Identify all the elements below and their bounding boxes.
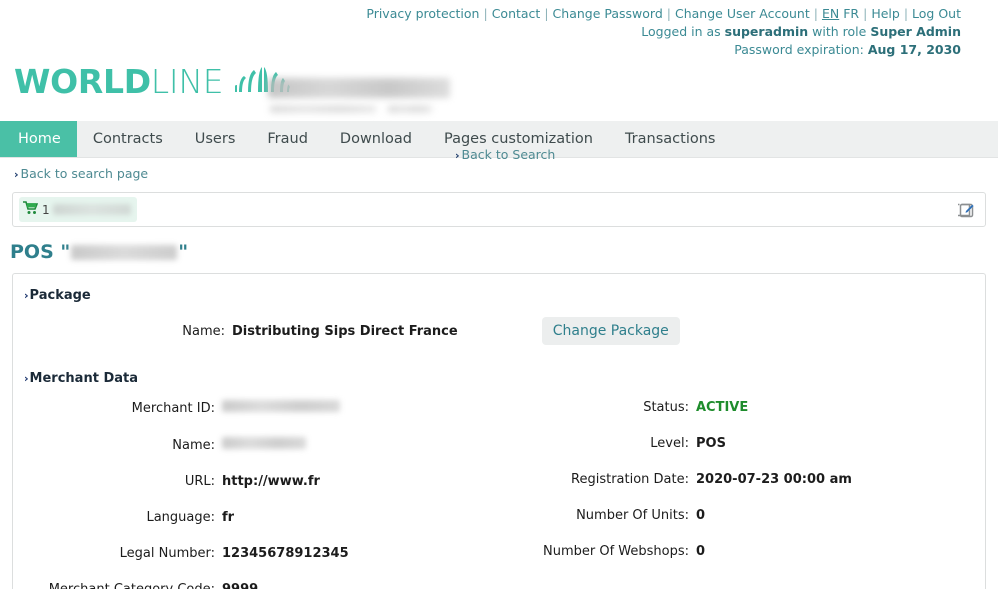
page-title: POS " " <box>10 241 998 263</box>
change-password-link[interactable]: Change Password <box>553 6 663 21</box>
language-fr-link[interactable]: FR <box>843 6 859 21</box>
section-header-package[interactable]: ›Package <box>13 288 985 303</box>
contact-link[interactable]: Contact <box>492 6 541 21</box>
field-registration-date: Registration Date: 2020-07-23 00:00 am <box>499 472 985 487</box>
logged-in-username: superadmin <box>724 24 809 39</box>
field-label: Status: <box>643 400 689 415</box>
redacted-account-name <box>262 75 454 117</box>
back-to-search-page-link[interactable]: › Back to search page <box>14 166 148 181</box>
redacted-merchant-id-value <box>222 400 340 412</box>
field-label: Number Of Webshops: <box>542 544 689 559</box>
privacy-protection-link[interactable]: Privacy protection <box>366 6 479 21</box>
logged-in-status: Logged in as superadmin with role Super … <box>0 23 961 41</box>
merchant-data-right-column: Status: ACTIVE Level: POS Registration D… <box>499 400 985 589</box>
section-header-merchant-data[interactable]: ›Merchant Data <box>13 371 985 386</box>
merchant-data-grid: Merchant ID: Name: URL: http://www.fr La… <box>13 400 985 589</box>
separator: | <box>903 6 909 21</box>
cart-count: 1 <box>42 202 50 217</box>
section-title-merchant-data: Merchant Data <box>29 371 138 386</box>
field-label: URL: <box>184 474 215 489</box>
separator: | <box>863 6 868 21</box>
field-value: 2020-07-23 00:00 am <box>696 472 852 487</box>
password-expiration-value: Aug 17, 2030 <box>867 42 961 57</box>
change-package-button[interactable]: Change Package <box>541 317 680 345</box>
change-user-account-link[interactable]: Change User Account <box>675 6 810 21</box>
field-label: Registration Date: <box>571 472 689 487</box>
field-level: Level: POS <box>499 436 985 451</box>
breadcrumb-label: Back to search page <box>20 166 149 181</box>
utility-links-row: Privacy protection | Contact | Change Passwo… <box>0 5 961 23</box>
field-url: URL: http://www.fr <box>13 474 499 489</box>
separator: | <box>666 6 671 21</box>
nav-item-contracts[interactable]: Contracts <box>77 121 179 157</box>
brand-header: WORLD LINE › Back to Search <box>0 59 998 162</box>
back-to-search-label: Back to Search <box>461 147 556 162</box>
field-label: Language: <box>146 510 215 525</box>
redacted-merchant-name-value <box>222 437 306 449</box>
field-merchant-id: Merchant ID: <box>13 400 499 416</box>
back-to-search-link[interactable]: › Back to Search <box>455 147 555 162</box>
field-value: fr <box>222 510 235 525</box>
password-expiration-label: Password expiration: <box>734 42 864 57</box>
field-label: Legal Number: <box>119 546 215 561</box>
nav-item-download[interactable]: Download <box>324 121 428 157</box>
logged-in-middle: with role <box>812 24 867 39</box>
field-value: POS <box>696 436 726 451</box>
chevron-right-icon: › <box>14 168 19 181</box>
status-badge: ACTIVE <box>696 400 749 415</box>
shopping-cart-icon <box>23 200 39 219</box>
field-legal-number: Legal Number: 12345678912345 <box>13 546 499 561</box>
nav-item-users[interactable]: Users <box>179 121 252 157</box>
field-merchant-category-code: Merchant Category Code: 9999 <box>13 582 499 589</box>
logo-text-world: WORLD <box>14 62 151 101</box>
context-bar: 1 <box>12 192 986 227</box>
page-title-suffix: " <box>178 241 189 263</box>
field-language: Language: fr <box>13 510 499 525</box>
field-value: 0 <box>696 544 706 559</box>
utility-bar: Privacy protection | Contact | Change Passwo… <box>0 0 998 59</box>
field-merchant-name: Name: <box>13 437 499 453</box>
field-value: 0 <box>696 508 706 523</box>
nav-item-home[interactable]: Home <box>0 121 77 157</box>
worldline-logo[interactable]: WORLD LINE <box>14 62 291 101</box>
nav-item-transactions[interactable]: Transactions <box>609 121 732 157</box>
chevron-right-icon: › <box>24 372 29 385</box>
package-name-row: Name: Distributing Sips Direct France Ch… <box>13 317 985 345</box>
logged-in-role: Super Admin <box>870 24 961 39</box>
field-label: Merchant ID: <box>131 401 215 416</box>
field-status: Status: ACTIVE <box>499 400 985 415</box>
field-label: Level: <box>650 436 689 451</box>
password-expiration: Password expiration: Aug 17, 2030 <box>0 41 961 59</box>
field-label: Name: <box>172 438 215 453</box>
help-link[interactable]: Help <box>871 6 900 21</box>
logo-text-line: LINE <box>150 62 224 101</box>
field-value: http://www.fr <box>222 474 320 489</box>
field-label: Merchant Category Code: <box>13 582 215 589</box>
redacted-pos-name <box>71 244 178 260</box>
separator: | <box>813 6 818 21</box>
merchant-data-left-column: Merchant ID: Name: URL: http://www.fr La… <box>13 400 499 589</box>
field-number-of-units: Number Of Units: 0 <box>499 508 985 523</box>
chevron-right-icon: › <box>455 149 460 162</box>
breadcrumb: › Back to search page <box>0 158 998 187</box>
field-number-of-webshops: Number Of Webshops: 0 <box>499 544 985 559</box>
redacted-merchant-label <box>52 204 131 215</box>
package-name-value: Distributing Sips Direct France <box>232 323 458 339</box>
cart-context-chip[interactable]: 1 <box>19 197 137 222</box>
field-value: 9999 <box>222 582 258 589</box>
language-en-link[interactable]: EN <box>822 6 839 21</box>
field-label: Number Of Units: <box>576 508 689 523</box>
logout-link[interactable]: Log Out <box>912 6 961 21</box>
logged-in-prefix: Logged in as <box>641 24 721 39</box>
chevron-right-icon: › <box>24 289 29 302</box>
nav-item-fraud[interactable]: Fraud <box>251 121 324 157</box>
package-name-label: Name: <box>182 323 225 339</box>
separator: | <box>483 6 488 21</box>
separator: | <box>544 6 549 21</box>
details-panel: ›Package Name: Distributing Sips Direct … <box>12 273 986 589</box>
field-value: 12345678912345 <box>222 546 349 561</box>
edit-square-icon[interactable] <box>955 199 977 221</box>
section-title-package: Package <box>29 288 91 303</box>
page-title-prefix: POS " <box>10 241 71 263</box>
